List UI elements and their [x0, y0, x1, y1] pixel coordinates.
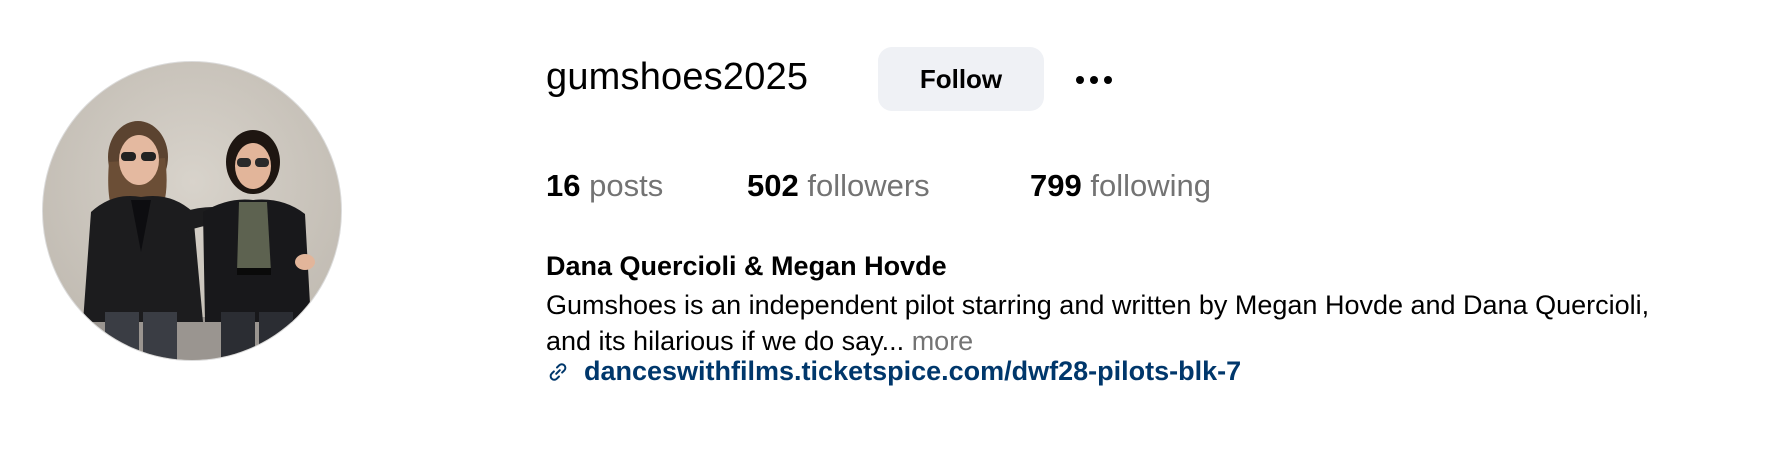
profile-link-row: danceswithfilms.ticketspice.com/dwf28-pi… [546, 356, 1241, 387]
following-label: following [1090, 168, 1211, 203]
follow-button[interactable]: Follow [878, 47, 1044, 111]
followers-stat[interactable]: 502 followers [747, 168, 930, 204]
more-dot [1076, 76, 1084, 84]
profile-full-name: Dana Quercioli & Megan Hovde [546, 251, 947, 281]
following-stat[interactable]: 799 following [1030, 168, 1211, 204]
profile-bio: Gumshoes is an independent pilot starrin… [546, 287, 1746, 359]
profile-username: gumshoes2025 [546, 56, 809, 98]
profile-info: gumshoes2025 Follow 16 posts 502 followe… [546, 0, 1746, 474]
bio-more-link[interactable]: more [912, 326, 974, 356]
followers-label: followers [807, 168, 930, 203]
posts-count: 16 [546, 168, 581, 203]
following-count: 799 [1030, 168, 1082, 203]
posts-stat: 16 posts [546, 168, 663, 204]
bio-line-2: and its hilarious if we do say... more [546, 323, 1746, 359]
profile-external-link[interactable]: danceswithfilms.ticketspice.com/dwf28-pi… [584, 356, 1241, 387]
more-dot [1090, 76, 1098, 84]
avatar-image [43, 62, 341, 360]
bio-line: Gumshoes is an independent pilot starrin… [546, 290, 1650, 320]
bio-line-text: and its hilarious if we do say... [546, 326, 905, 356]
link-icon [549, 362, 567, 381]
more-dot [1104, 76, 1112, 84]
profile-avatar[interactable] [42, 61, 342, 361]
followers-count: 502 [747, 168, 799, 203]
more-options-icon[interactable] [1070, 60, 1118, 100]
posts-label: posts [589, 168, 664, 203]
